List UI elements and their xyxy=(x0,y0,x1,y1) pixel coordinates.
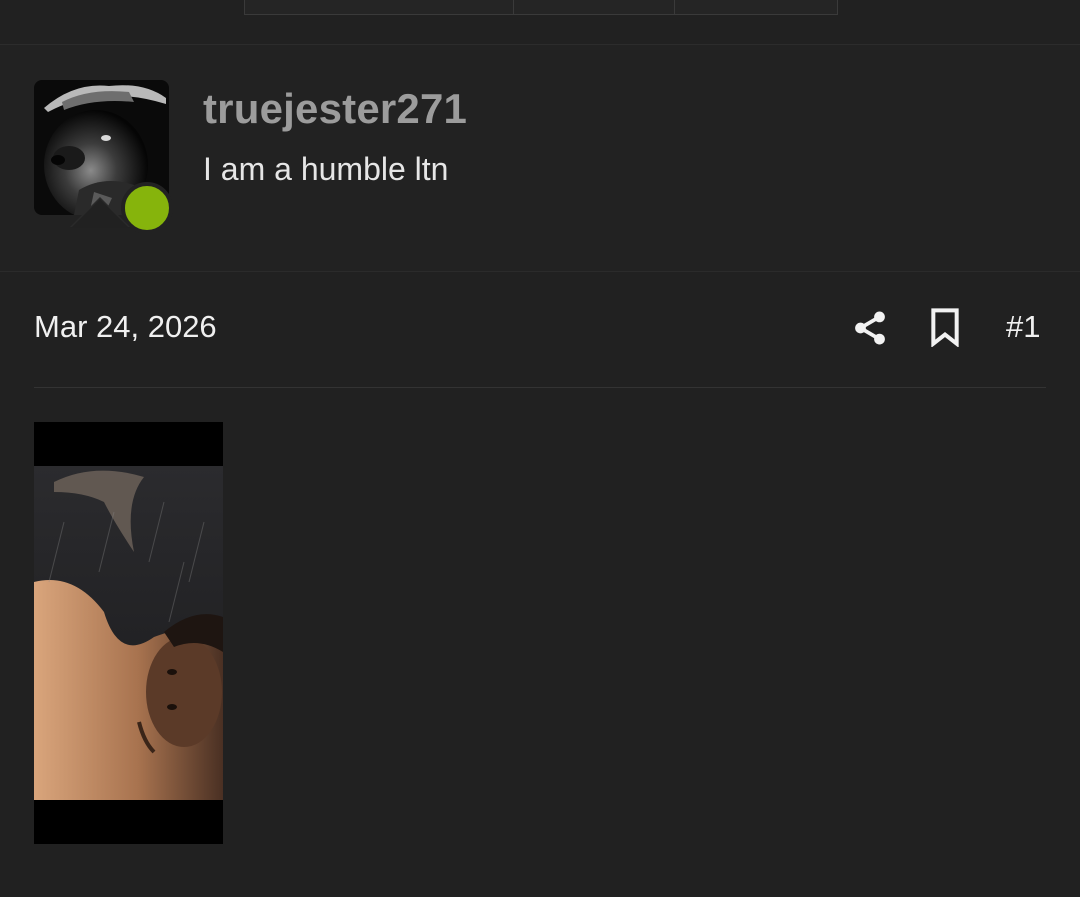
post-number-link[interactable]: #1 xyxy=(1006,309,1040,345)
share-icon[interactable] xyxy=(851,309,889,347)
photo-thumbnail xyxy=(34,422,223,844)
bookmark-icon[interactable] xyxy=(928,307,962,347)
user-title: I am a humble ltn xyxy=(203,151,449,187)
post-image-attachment[interactable] xyxy=(34,422,223,844)
pagination-strip xyxy=(244,0,838,15)
pagination-cell[interactable] xyxy=(514,0,675,14)
post-author-header: truejester271 I am a humble ltn xyxy=(0,45,1080,272)
username-link[interactable]: truejester271 xyxy=(203,85,467,133)
pagination-cell[interactable] xyxy=(245,0,514,14)
top-bar xyxy=(0,0,1080,45)
thread-page: truejester271 I am a humble ltn Mar 24, … xyxy=(0,0,1080,897)
post-divider xyxy=(34,387,1046,388)
pagination-cell[interactable] xyxy=(675,0,837,14)
header-pointer-inner xyxy=(71,199,129,228)
post-date[interactable]: Mar 24, 2026 xyxy=(34,309,217,345)
